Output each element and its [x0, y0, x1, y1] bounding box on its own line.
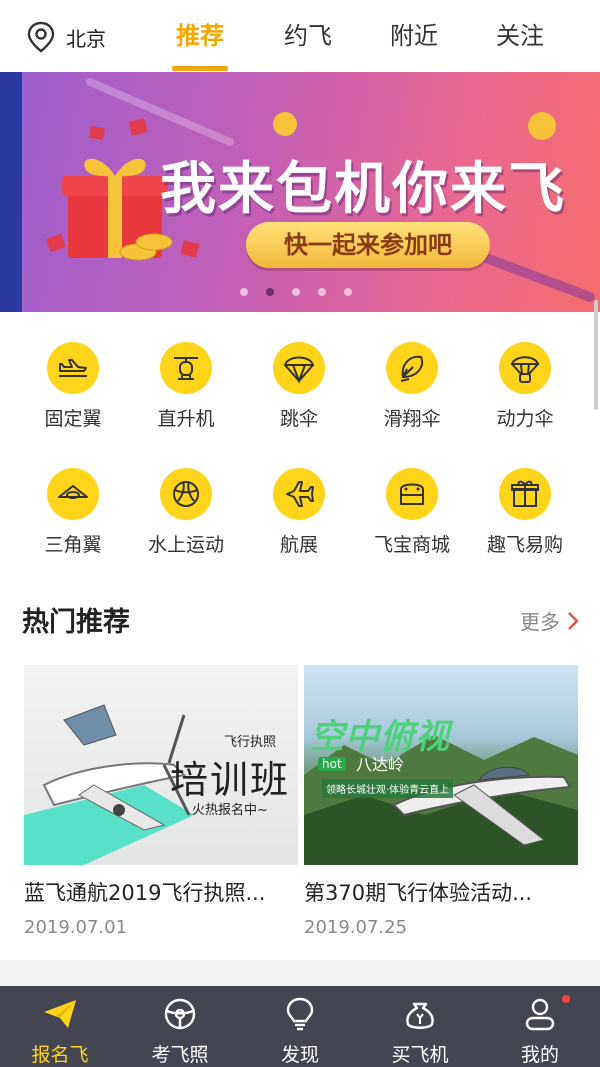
fixed-wing-icon: [47, 342, 99, 394]
nav-discover[interactable]: 发现: [240, 986, 360, 1067]
category-skydiving[interactable]: 跳伞: [244, 342, 354, 452]
section-divider: [0, 960, 600, 986]
user-icon: [525, 998, 555, 1031]
carousel-dot-active[interactable]: [266, 288, 274, 296]
hang-glider-icon: [47, 468, 99, 520]
nav-label: 发现: [280, 1044, 319, 1066]
scrollbar[interactable]: [594, 300, 598, 410]
banner-title: 我来包机你来飞: [160, 157, 566, 222]
category-label: 直升机: [157, 408, 215, 430]
nav-label: 报名飞: [31, 1044, 89, 1066]
category-airshow[interactable]: 航展: [244, 468, 354, 578]
nav-signup-fly[interactable]: 报名飞: [0, 986, 120, 1067]
active-tab-indicator: [172, 66, 228, 71]
carousel-dot[interactable]: [240, 288, 248, 296]
category-label: 动力伞: [496, 408, 554, 430]
parachute-icon: [273, 342, 325, 394]
card-image: 空中俯视 hot 八达岭 领略长城壮观·体验青云直上: [304, 665, 578, 865]
category-label: 水上运动: [147, 534, 224, 556]
hot-tag: hot: [318, 757, 346, 771]
chevron-right-icon: [568, 611, 579, 630]
recommend-card[interactable]: 空中俯视 hot 八达岭 领略长城壮观·体验青云直上 第370期飞行体验活动..…: [304, 665, 578, 938]
steering-wheel-icon: [164, 998, 196, 1030]
more-label: 更多: [520, 610, 560, 634]
category-label: 固定翼: [44, 408, 102, 430]
location-pin-icon: [27, 21, 55, 53]
image-headline: 培训班: [170, 758, 291, 802]
card-date: 2019.07.25: [304, 917, 408, 938]
top-bar: 北京 推荐 约飞 附近 关注: [0, 0, 600, 72]
category-label: 滑翔伞: [383, 408, 441, 430]
category-water-sports[interactable]: 水上运动: [131, 468, 241, 578]
tab-recommend[interactable]: 推荐: [160, 16, 240, 56]
category-fixed-wing[interactable]: 固定翼: [18, 342, 128, 452]
category-helicopter[interactable]: 直升机: [131, 342, 241, 452]
card-date: 2019.07.01: [24, 917, 128, 938]
nav-label: 买飞机: [391, 1044, 449, 1066]
nav-label: 我的: [520, 1044, 559, 1066]
carousel-dot[interactable]: [344, 288, 352, 296]
image-subtitle: 八达岭: [356, 755, 405, 774]
more-link[interactable]: 更多: [520, 606, 580, 635]
banner-join-button[interactable]: 快一起来参加吧: [246, 222, 490, 268]
gift-icon: [499, 468, 551, 520]
card-image: 飞行执照 培训班 火热报名中~: [24, 665, 298, 865]
image-subtitle: 飞行执照: [224, 735, 277, 750]
tab-yuefei[interactable]: 约飞: [268, 16, 348, 56]
bottom-navigation: 报名飞 考飞照 发现 买飞机 我的: [0, 986, 600, 1067]
helicopter-icon: [160, 342, 212, 394]
nav-label: 考飞照: [151, 1044, 209, 1066]
carousel-dots: [240, 288, 352, 296]
category-label: 跳伞: [279, 408, 318, 430]
category-store[interactable]: 飞宝商城: [357, 468, 467, 578]
money-bag-icon: [406, 1002, 434, 1029]
card-title: 第370期飞行体验活动...: [304, 881, 533, 905]
location-selector[interactable]: 北京: [24, 18, 106, 56]
category-powered-paraglider[interactable]: 动力伞: [470, 342, 580, 452]
category-paraglider[interactable]: 滑翔伞: [357, 342, 467, 452]
image-caption: 火热报名中~: [192, 803, 268, 818]
carousel-dot[interactable]: [318, 288, 326, 296]
category-hang-glider[interactable]: 三角翼: [18, 468, 128, 578]
water-sports-icon: [160, 468, 212, 520]
category-gift-shop[interactable]: 趣飞易购: [470, 468, 580, 578]
coins-icon: [119, 233, 173, 261]
tab-nearby[interactable]: 附近: [374, 16, 454, 56]
image-caption: 领略长城壮观·体验青云直上: [322, 779, 454, 798]
section-title: 热门推荐: [22, 607, 130, 638]
paper-plane-icon: [44, 1000, 76, 1028]
carousel-dot[interactable]: [292, 288, 300, 296]
paraglider-icon: [386, 342, 438, 394]
powered-paraglider-icon: [499, 342, 551, 394]
airshow-icon: [273, 468, 325, 520]
store-icon: [386, 468, 438, 520]
category-label: 三角翼: [44, 534, 102, 556]
nav-buy-aircraft[interactable]: 买飞机: [360, 986, 480, 1067]
lightbulb-icon: [286, 997, 314, 1031]
card-title: 蓝飞通航2019飞行执照...: [24, 881, 266, 905]
recommend-card[interactable]: 飞行执照 培训班 火热报名中~ 蓝飞通航2019飞行执照... 2019.07.…: [24, 665, 298, 938]
notification-dot: [562, 995, 570, 1003]
location-label: 北京: [66, 26, 106, 51]
promo-banner[interactable]: 我来包机你来飞 快一起来参加吧: [0, 72, 600, 312]
category-label: 趣飞易购: [486, 534, 563, 556]
nav-mine[interactable]: 我的: [480, 986, 600, 1067]
category-label: 航展: [279, 534, 318, 556]
tab-following[interactable]: 关注: [480, 16, 560, 56]
nav-pilot-license[interactable]: 考飞照: [120, 986, 240, 1067]
category-label: 飞宝商城: [373, 534, 450, 556]
